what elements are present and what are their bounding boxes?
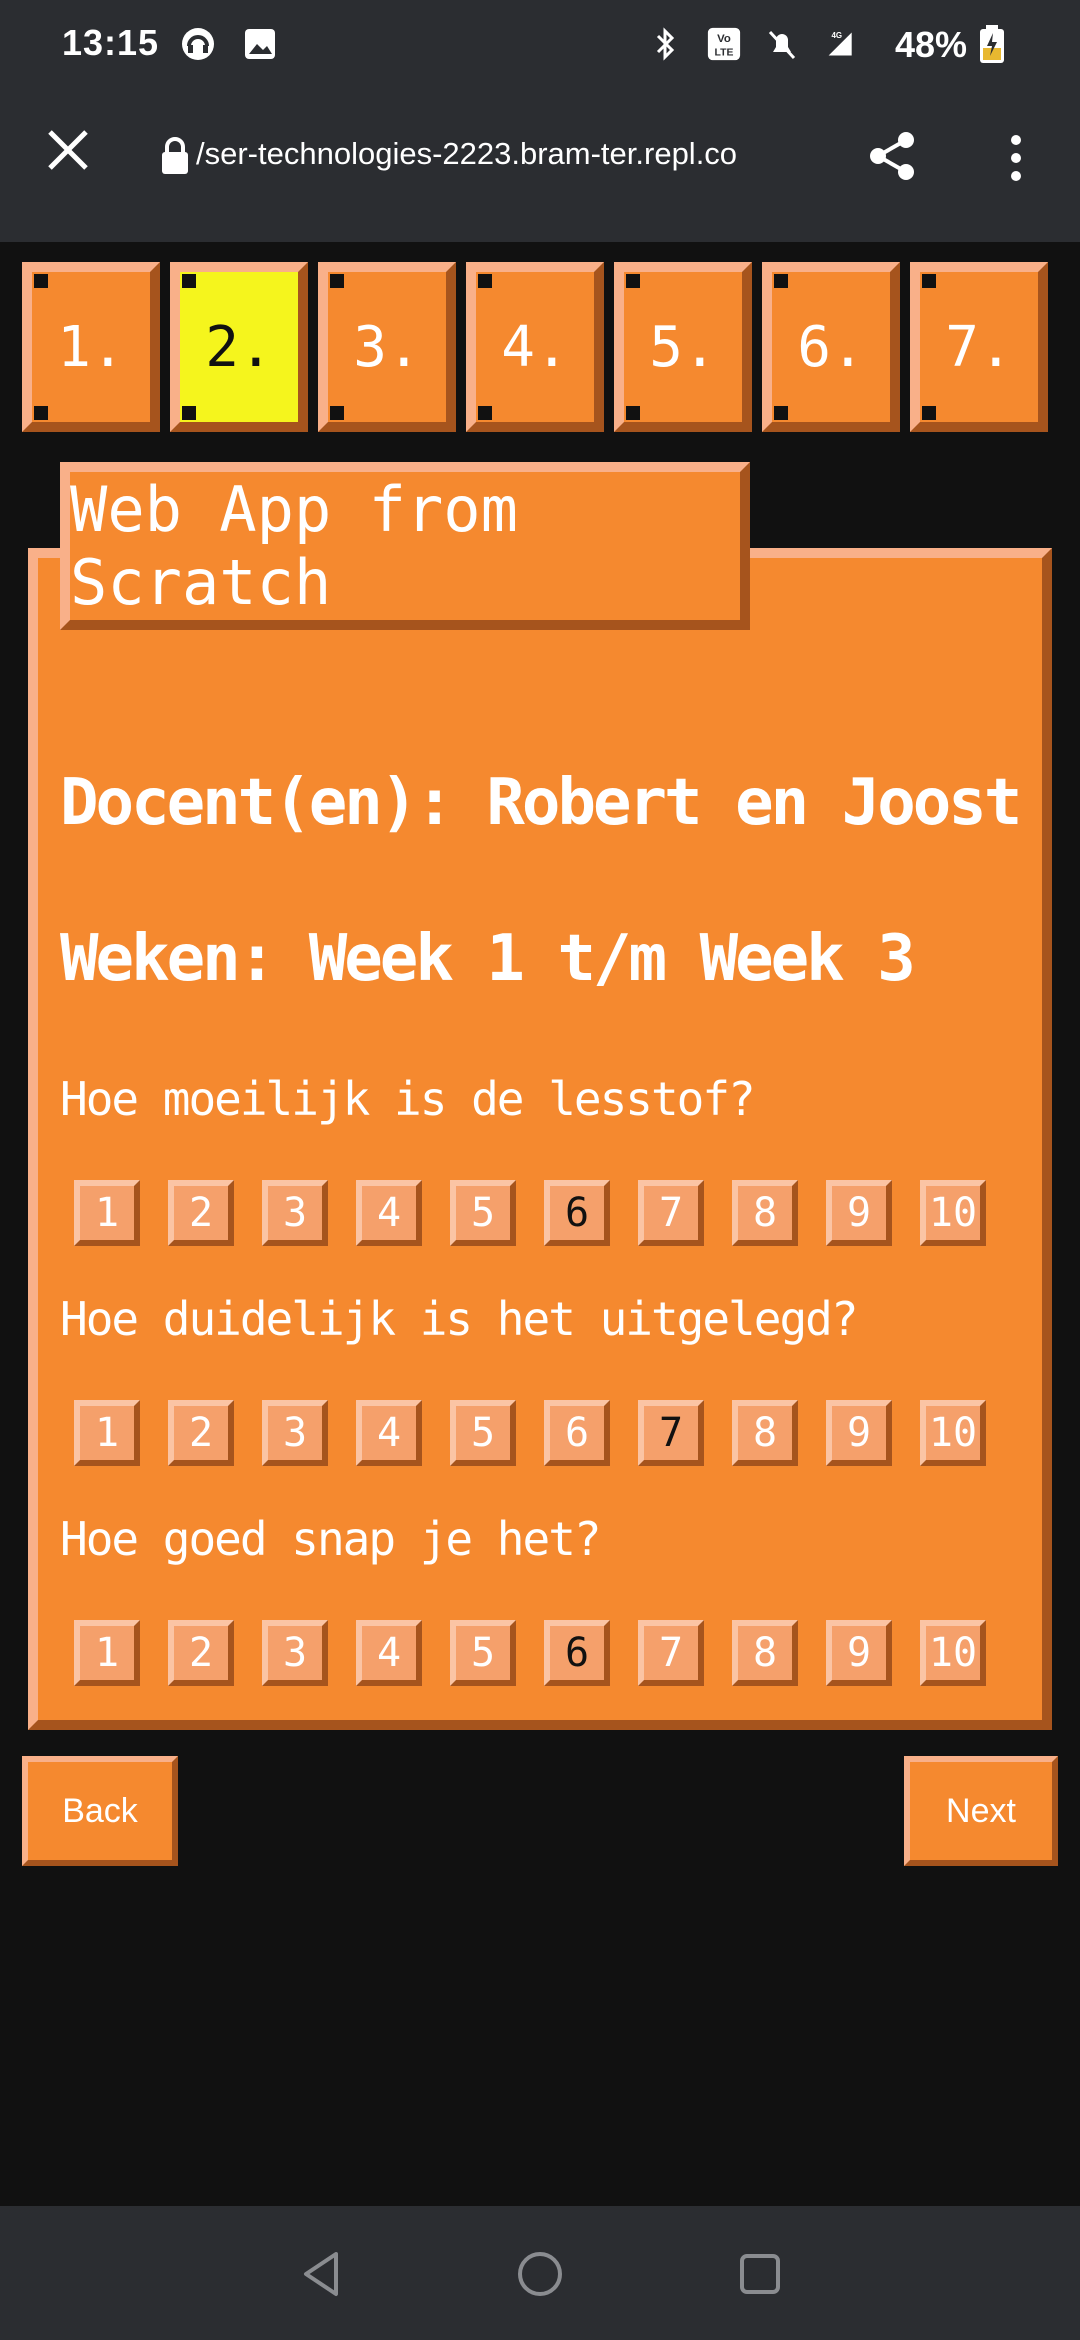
rating-button[interactable]: 1 (74, 1620, 140, 1686)
tab-corner (774, 274, 788, 288)
tab-corner (330, 406, 344, 420)
tab-corner (34, 406, 48, 420)
home-circle-icon[interactable] (510, 2244, 570, 2304)
share-icon[interactable] (862, 126, 922, 186)
mute-icon (764, 26, 800, 62)
rating-button[interactable]: 10 (920, 1400, 986, 1466)
tab-corner (182, 406, 196, 420)
tab-label: 6. (797, 314, 865, 380)
tab-corner (626, 406, 640, 420)
course-title: Web App from Scratch (60, 462, 750, 630)
lock-icon (158, 136, 192, 176)
rating-button[interactable]: 8 (732, 1620, 798, 1686)
status-bar: 13:15 Vo LTE 4G 48% (0, 0, 1080, 92)
battery-percent: 48% (895, 24, 968, 65)
rating-button[interactable]: 2 (168, 1400, 234, 1466)
rating-button[interactable]: 4 (356, 1620, 422, 1686)
rating-button[interactable]: 7 (638, 1620, 704, 1686)
rating-button[interactable]: 5 (450, 1180, 516, 1246)
step-tabs: 1. 2. 3. 4. 5. 6. 7. (22, 262, 1060, 442)
tab-1[interactable]: 1. (22, 262, 160, 432)
rating-button[interactable]: 6 (544, 1400, 610, 1466)
tab-label: 3. (353, 314, 421, 380)
rating-button[interactable]: 9 (826, 1400, 892, 1466)
svg-text:LTE: LTE (715, 47, 734, 58)
status-time: 13:15 (62, 22, 160, 63)
tab-7[interactable]: 7. (910, 262, 1048, 432)
browser-toolbar: ​/ser-technologies-2223.bram-ter.repl.co (0, 92, 1080, 242)
tab-label: 7. (945, 314, 1013, 380)
rating-button[interactable]: 2 (168, 1180, 234, 1246)
tab-corner (774, 406, 788, 420)
weken-heading: Weken: Week 1 t/m Week 3 (60, 922, 916, 996)
tab-3[interactable]: 3. (318, 262, 456, 432)
rating-button[interactable]: 3 (262, 1400, 328, 1466)
tab-label: 4. (501, 314, 569, 380)
tab-corner (34, 274, 48, 288)
url-bar[interactable]: ​/ser-technologies-2223.bram-ter.repl.co (196, 136, 816, 172)
rating-button[interactable]: 4 (356, 1400, 422, 1466)
rating-button[interactable]: 2 (168, 1620, 234, 1686)
bluetooth-icon (648, 26, 684, 62)
rating-button[interactable]: 7 (638, 1180, 704, 1246)
rating-button-selected[interactable]: 6 (544, 1180, 610, 1246)
tab-label: 1. (57, 314, 125, 380)
rating-button-selected[interactable]: 7 (638, 1400, 704, 1466)
recents-square-icon[interactable] (730, 2244, 790, 2304)
tab-corner (182, 274, 196, 288)
rating-button[interactable]: 1 (74, 1180, 140, 1246)
tab-5[interactable]: 5. (614, 262, 752, 432)
battery-charging-icon (974, 25, 1010, 63)
back-triangle-icon[interactable] (292, 2244, 352, 2304)
docent-heading: Docent(en): Robert en Joost (60, 766, 1022, 840)
tab-corner (922, 406, 936, 420)
tab-4[interactable]: 4. (466, 262, 604, 432)
rating-button[interactable]: 8 (732, 1400, 798, 1466)
rating-button[interactable]: 10 (920, 1180, 986, 1246)
headset-icon (180, 26, 216, 62)
signal-4g-icon: 4G (820, 26, 856, 62)
rating-button[interactable]: 4 (356, 1180, 422, 1246)
image-icon (242, 26, 278, 62)
back-button[interactable]: Back (22, 1756, 178, 1866)
tab-corner (478, 406, 492, 420)
rating-button[interactable]: 1 (74, 1400, 140, 1466)
more-options-icon[interactable] (996, 128, 1036, 188)
close-icon[interactable] (38, 120, 98, 180)
question-understanding: Hoe goed snap je het? (60, 1512, 602, 1566)
tab-corner (478, 274, 492, 288)
tab-corner (922, 274, 936, 288)
next-button[interactable]: Next (904, 1756, 1058, 1866)
rating-button[interactable]: 5 (450, 1400, 516, 1466)
volte-icon: Vo LTE (706, 26, 742, 62)
rating-button[interactable]: 5 (450, 1620, 516, 1686)
rating-button[interactable]: 8 (732, 1180, 798, 1246)
question-difficulty: Hoe moeilijk is de lesstof? (60, 1072, 756, 1126)
rating-button[interactable]: 3 (262, 1620, 328, 1686)
question-clarity: Hoe duidelijk is het uitgelegd? (60, 1292, 859, 1346)
rating-button[interactable]: 9 (826, 1620, 892, 1686)
tab-corner (330, 274, 344, 288)
system-nav-bar (0, 2206, 1080, 2340)
tab-label: 5. (649, 314, 717, 380)
svg-text:4G: 4G (832, 31, 843, 40)
tab-2[interactable]: 2. (170, 262, 308, 432)
rating-button[interactable]: 10 (920, 1620, 986, 1686)
tab-6[interactable]: 6. (762, 262, 900, 432)
tab-corner (626, 274, 640, 288)
rating-button[interactable]: 3 (262, 1180, 328, 1246)
rating-button-selected[interactable]: 6 (544, 1620, 610, 1686)
svg-text:Vo: Vo (717, 33, 731, 45)
tab-label: 2. (205, 314, 273, 380)
rating-button[interactable]: 9 (826, 1180, 892, 1246)
